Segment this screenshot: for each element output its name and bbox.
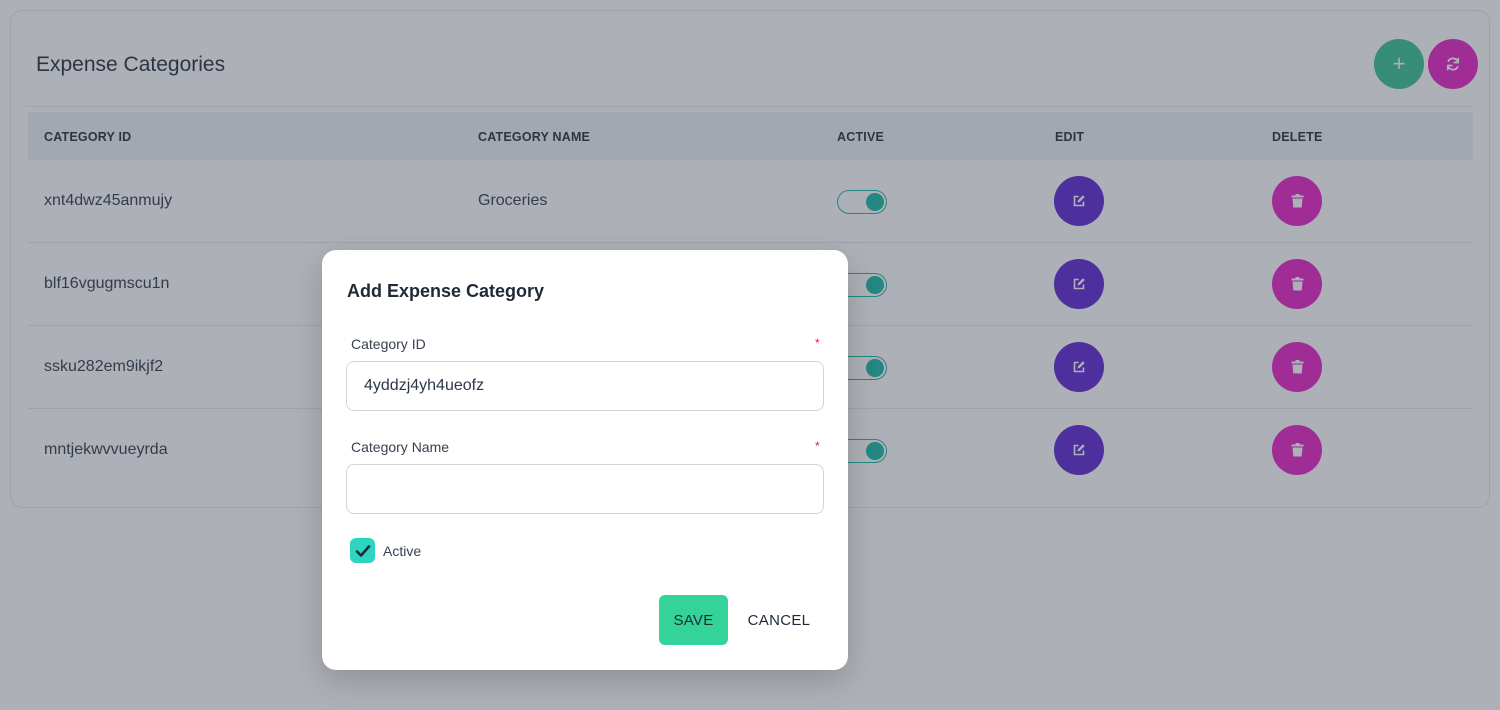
save-button[interactable]: SAVE xyxy=(659,595,728,645)
category-id-label: Category ID xyxy=(351,336,426,352)
category-name-label: Category Name xyxy=(351,439,450,455)
required-indicator: * xyxy=(815,336,820,350)
checkmark-icon xyxy=(355,544,370,557)
dialog-title: Add Expense Category xyxy=(347,281,545,301)
page: Expense Categories + CATEGORY ID CATEGOR… xyxy=(0,0,1500,710)
category-id-input[interactable] xyxy=(346,361,824,411)
active-checkbox-label[interactable]: Active xyxy=(383,543,421,559)
required-indicator: * xyxy=(815,439,820,453)
add-expense-category-dialog: Add Expense Category Category ID * Categ… xyxy=(322,250,848,670)
cancel-button[interactable]: CANCEL xyxy=(740,595,818,645)
category-name-input[interactable] xyxy=(346,464,824,514)
active-checkbox[interactable] xyxy=(350,538,375,563)
